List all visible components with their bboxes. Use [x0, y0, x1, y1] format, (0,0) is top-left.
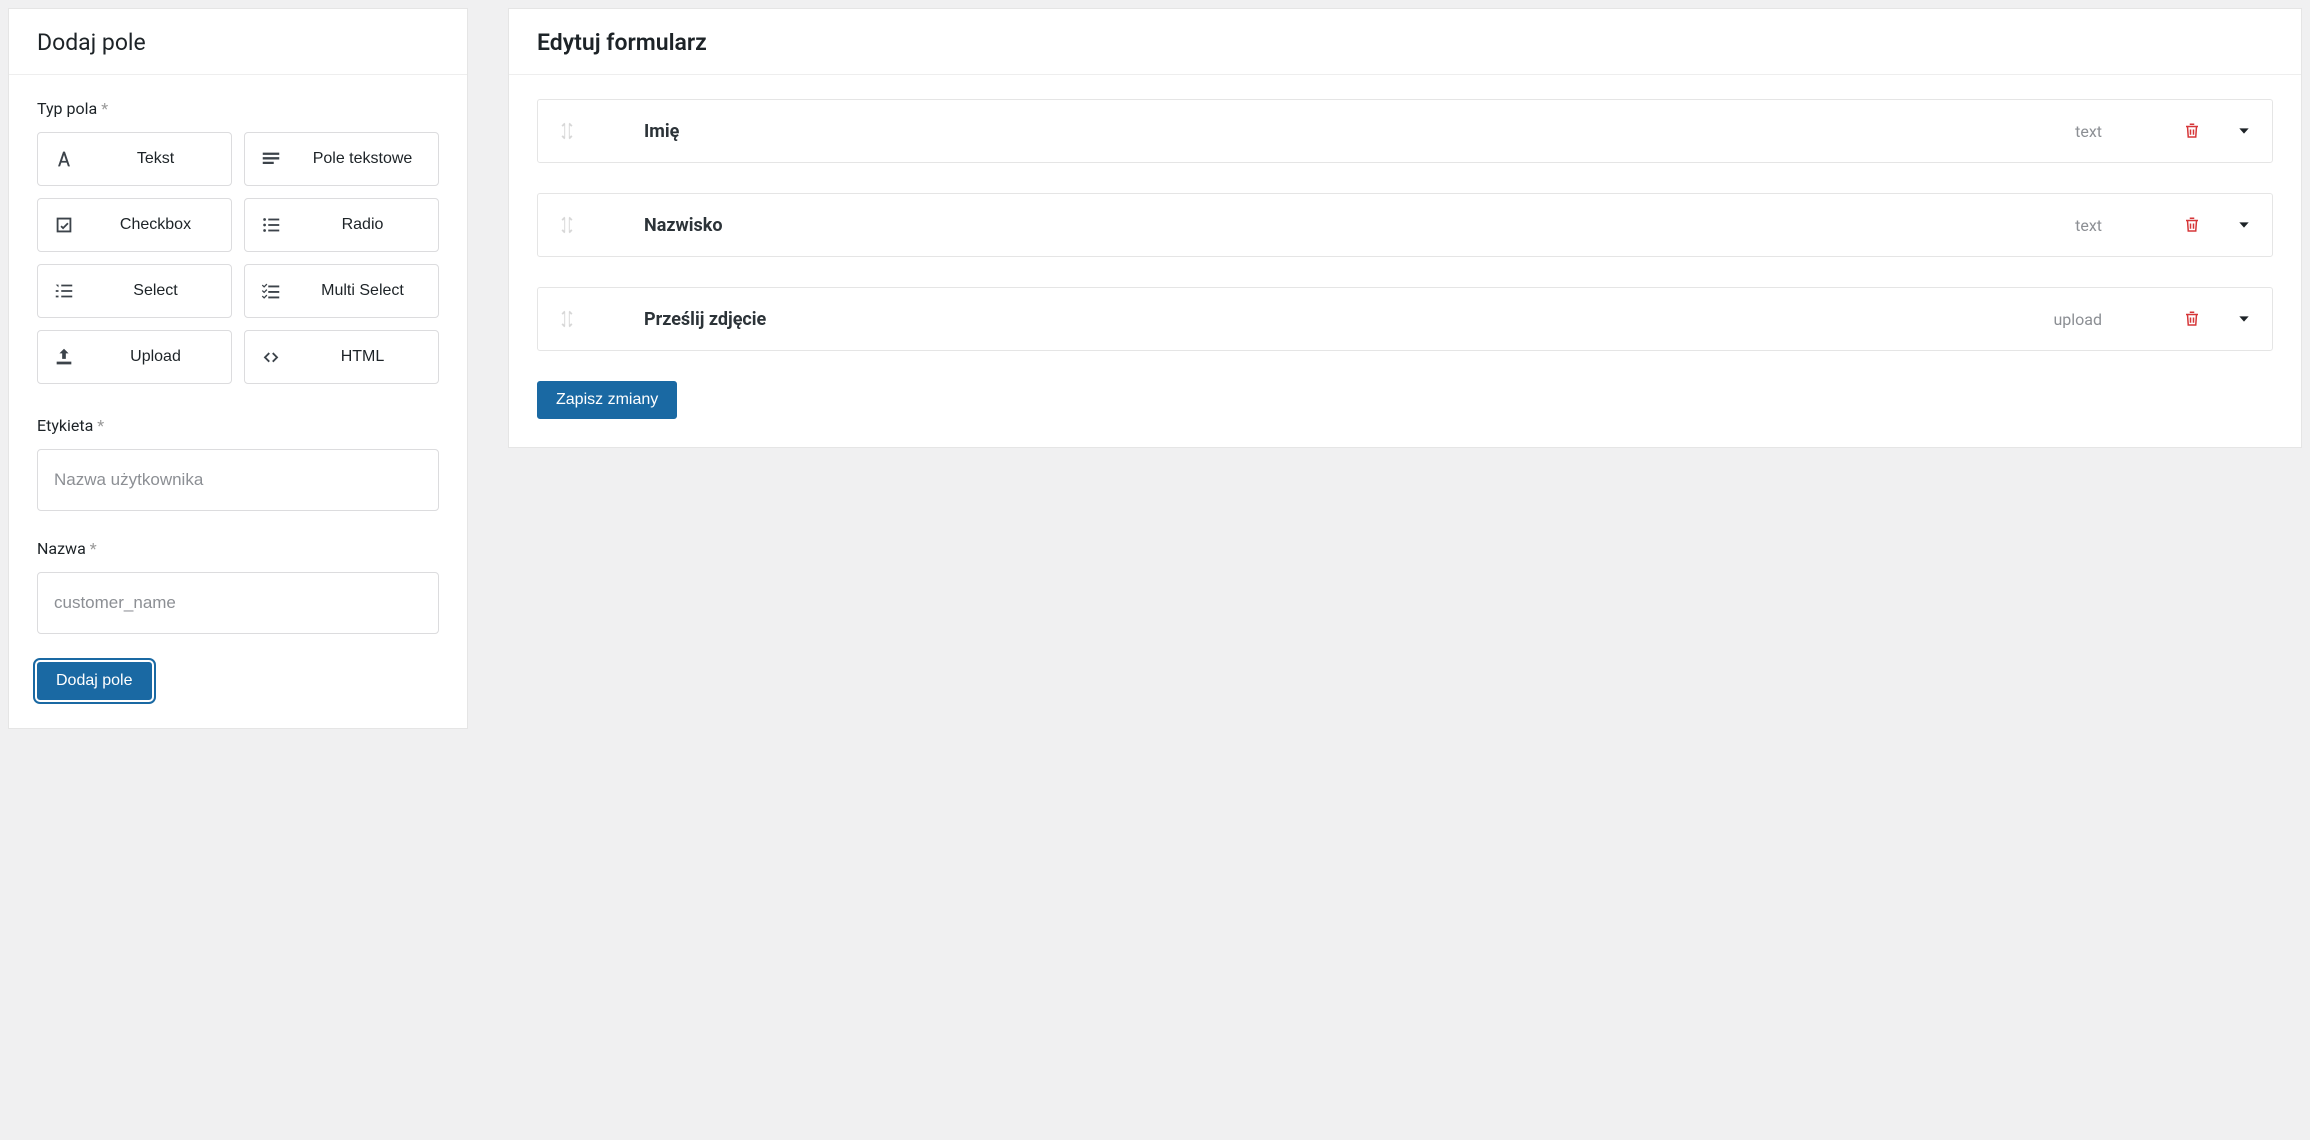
- form-field-label: Nazwisko: [596, 215, 2075, 236]
- add-field-button[interactable]: Dodaj pole: [37, 662, 152, 700]
- type-checkbox-button[interactable]: Checkbox: [37, 198, 232, 252]
- form-field-row: Nazwisko text: [537, 193, 2273, 257]
- chevron-down-icon[interactable]: [2234, 311, 2254, 327]
- upload-icon: [38, 346, 90, 368]
- drag-handle-icon[interactable]: [556, 120, 596, 142]
- trash-icon[interactable]: [2180, 216, 2204, 234]
- type-upload-button[interactable]: Upload: [37, 330, 232, 384]
- type-text-button[interactable]: Tekst: [37, 132, 232, 186]
- trash-icon[interactable]: [2180, 122, 2204, 140]
- drag-handle-icon[interactable]: [556, 214, 596, 236]
- type-radio-button[interactable]: Radio: [244, 198, 439, 252]
- paragraph-icon: [245, 148, 297, 170]
- nazwa-input[interactable]: [37, 572, 439, 634]
- nazwa-label: Nazwa *: [37, 539, 439, 558]
- select-list-icon: [38, 280, 90, 302]
- trash-icon[interactable]: [2180, 310, 2204, 328]
- checklist-icon: [245, 280, 297, 302]
- chevron-down-icon[interactable]: [2234, 217, 2254, 233]
- form-field-label: Prześlij zdjęcie: [596, 309, 2053, 330]
- chevron-down-icon[interactable]: [2234, 123, 2254, 139]
- type-textarea-button[interactable]: Pole tekstowe: [244, 132, 439, 186]
- checkbox-icon: [38, 214, 90, 236]
- letter-a-icon: [38, 148, 90, 170]
- edit-form-title: Edytuj formularz: [537, 29, 2273, 56]
- code-icon: [245, 346, 297, 368]
- form-field-row: Imię text: [537, 99, 2273, 163]
- type-html-button[interactable]: HTML: [244, 330, 439, 384]
- form-field-type: upload: [2053, 310, 2102, 329]
- form-field-label: Imię: [596, 121, 2075, 142]
- form-field-row: Prześlij zdjęcie upload: [537, 287, 2273, 351]
- type-multiselect-button[interactable]: Multi Select: [244, 264, 439, 318]
- form-field-type: text: [2075, 216, 2102, 235]
- etykieta-input[interactable]: [37, 449, 439, 511]
- type-select-button[interactable]: Select: [37, 264, 232, 318]
- save-changes-button[interactable]: Zapisz zmiany: [537, 381, 677, 419]
- add-field-title: Dodaj pole: [37, 29, 439, 56]
- list-icon: [245, 214, 297, 236]
- drag-handle-icon[interactable]: [556, 308, 596, 330]
- etykieta-label: Etykieta *: [37, 416, 439, 435]
- field-type-label: Typ pola *: [37, 99, 439, 118]
- form-field-type: text: [2075, 122, 2102, 141]
